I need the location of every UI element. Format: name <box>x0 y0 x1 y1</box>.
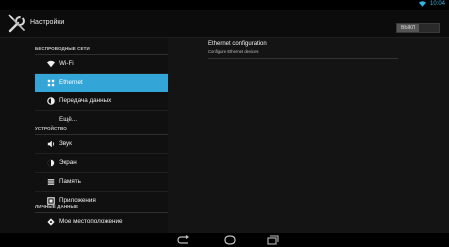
ethernet-configuration-title[interactable]: Ethernet configuration <box>208 41 267 47</box>
sidebar-item-label: Звук <box>59 140 72 147</box>
ethernet-toggle[interactable]: ВЫКЛ <box>396 23 440 33</box>
storage-icon <box>47 178 55 186</box>
sidebar-item-label: Память <box>59 178 81 185</box>
sidebar-item-label: Приложения <box>59 197 96 204</box>
sidebar-item-sound[interactable]: Звук <box>35 135 168 153</box>
data-usage-icon <box>47 97 55 105</box>
toggle-off-label: ВЫКЛ <box>397 24 419 32</box>
sidebar-item-ethernet[interactable]: Ethernet <box>35 74 168 92</box>
sidebar-item-label: Wi-Fi <box>59 60 74 67</box>
sidebar-item-location[interactable]: Мое местоположение <box>35 213 168 231</box>
system-navigation-bar <box>0 233 449 247</box>
status-clock: 10:04 <box>429 1 445 7</box>
status-bar: 10:04 <box>0 0 449 10</box>
status-indicators: 10:04 <box>418 1 445 7</box>
sidebar-item-wifi[interactable]: Wi-Fi <box>35 55 168 73</box>
settings-tools-icon[interactable] <box>7 14 27 34</box>
sidebar-item-display[interactable]: Экран <box>35 154 168 172</box>
settings-sidebar: БЕСПРОВОДНЫЕ СЕТИ Wi-Fi Ethernet Передач… <box>0 38 168 233</box>
detail-pane: Ethernet configuration Configure Etherne… <box>168 38 449 233</box>
section-header-wireless: БЕСПРОВОДНЫЕ СЕТИ <box>35 46 90 51</box>
display-icon <box>47 159 55 167</box>
sound-icon <box>47 140 55 148</box>
detail-divider <box>208 58 398 59</box>
section-header-personal: ЛИЧНЫЕ ДАННЫЕ <box>35 204 79 209</box>
location-icon <box>47 218 55 226</box>
wifi-signal-icon <box>418 1 426 7</box>
recent-apps-icon[interactable] <box>265 235 279 245</box>
sidebar-item-data-usage[interactable]: Передача данных <box>35 92 168 110</box>
sidebar-item-label: Экран <box>59 159 77 166</box>
action-bar: Настройки ВЫКЛ <box>0 10 449 38</box>
wifi-icon <box>47 60 55 68</box>
back-icon[interactable] <box>177 235 191 245</box>
ethernet-configuration-subtitle: Configure Ethernet devices <box>208 49 259 54</box>
home-icon[interactable] <box>223 235 237 245</box>
sidebar-item-label: Ethernet <box>59 79 83 86</box>
ethernet-icon <box>47 79 55 87</box>
sidebar-item-label: Мое местоположение <box>59 218 123 225</box>
sidebar-item-label: Передача данных <box>59 97 112 104</box>
app-title: Настройки <box>30 19 65 26</box>
sidebar-item-storage[interactable]: Память <box>35 173 168 191</box>
sidebar-item-label: Ещё... <box>59 116 78 123</box>
section-header-device: УСТРОЙСТВО <box>35 126 67 131</box>
